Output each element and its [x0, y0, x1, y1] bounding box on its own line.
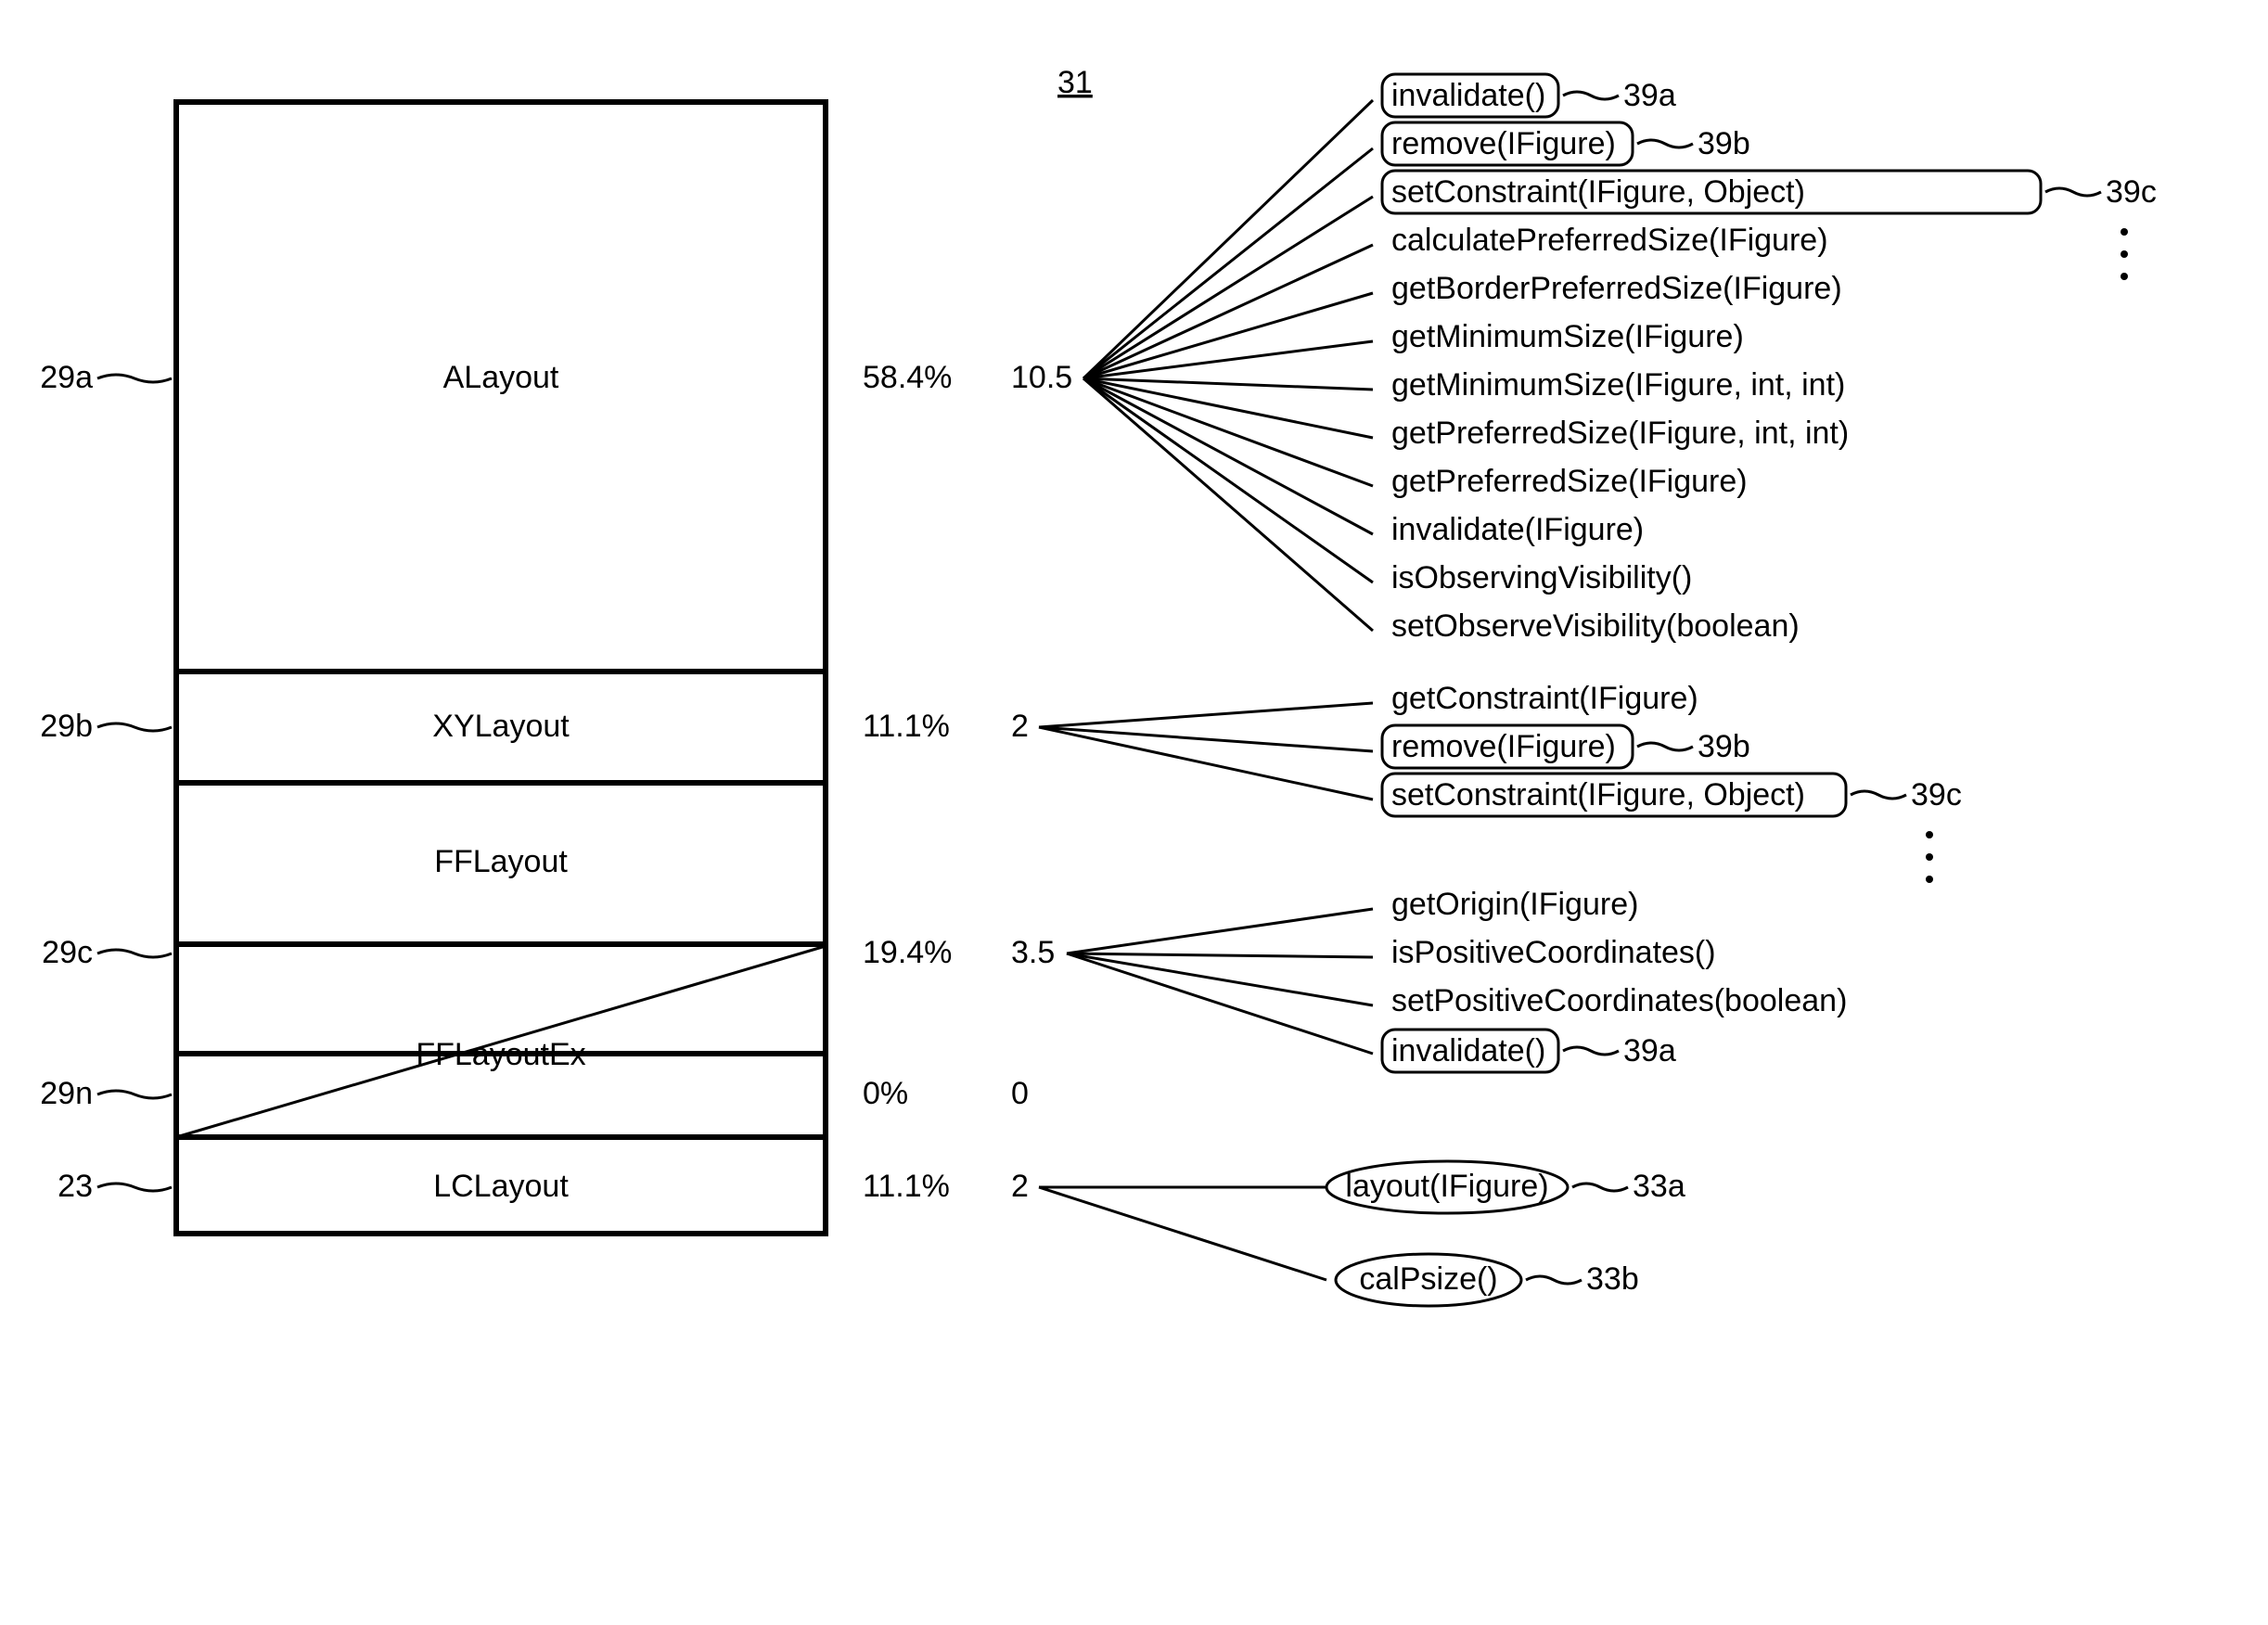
fan-lines: [1083, 100, 1373, 631]
tilde-icon: [1637, 140, 1693, 147]
method-label: getPreferredSize(IFigure, int, int): [1391, 416, 1849, 451]
ref-label: 33b: [1586, 1261, 1639, 1297]
ref-label: 39b: [1698, 729, 1750, 764]
ref-label: 29n: [40, 1076, 93, 1111]
tilde-icon: [97, 1091, 172, 1098]
row-fflayoutex: 29n FFLayoutEx 0% 0: [40, 1037, 1029, 1111]
ref-label: 33a: [1633, 1169, 1685, 1204]
method-label: getConstraint(IFigure): [1391, 681, 1698, 716]
row-fflayout: 29c FFLayout 19.4% 3.5 getOrigin(IFigure…: [42, 844, 1847, 1072]
method-label: isPositiveCoordinates(): [1391, 935, 1716, 970]
tilde-icon: [1526, 1276, 1582, 1284]
tilde-icon: [97, 1184, 172, 1191]
ref-label: 29b: [40, 709, 93, 744]
percent-label: 0%: [863, 1076, 908, 1111]
ellipsis-icon: [1926, 831, 1933, 838]
percent-label: 11.1%: [863, 709, 950, 744]
count-label: 0: [1011, 1076, 1029, 1111]
count-label: 2: [1011, 709, 1029, 744]
method-label: invalidate(): [1391, 78, 1545, 113]
ellipsis-icon: [2121, 250, 2128, 258]
tilde-icon: [97, 375, 172, 382]
class-name: FFLayout: [434, 844, 568, 879]
percent-label: 11.1%: [863, 1169, 950, 1204]
method-label: invalidate(): [1391, 1033, 1545, 1068]
ref-label: 39a: [1623, 78, 1676, 113]
row-alayout: 29a ALayout 58.4% 10.5 invalidate() 39a: [40, 74, 2157, 644]
method-label: getBorderPreferredSize(IFigure): [1391, 271, 1842, 306]
figure-number: 31: [1057, 65, 1093, 100]
tilde-icon: [1563, 1047, 1619, 1055]
method-label: isObservingVisibility(): [1391, 560, 1692, 595]
method-label: getPreferredSize(IFigure): [1391, 464, 1748, 499]
method-label: getMinimumSize(IFigure): [1391, 319, 1744, 354]
method-label: setConstraint(IFigure, Object): [1391, 174, 1805, 210]
tilde-icon: [97, 950, 172, 957]
ref-label: 39c: [1911, 777, 1962, 812]
ellipsis-icon: [2121, 228, 2128, 236]
count-label: 2: [1011, 1169, 1029, 1204]
diagram-root: 31 29a ALayout 58.4% 10.5 invalidate() 3…: [0, 0, 2268, 1625]
method-label: layout(IFigure): [1345, 1169, 1548, 1204]
percent-label: 19.4%: [863, 935, 952, 970]
ellipsis-icon: [1926, 853, 1933, 861]
ref-label: 39b: [1698, 126, 1750, 161]
class-name: LCLayout: [433, 1169, 569, 1204]
method-label: setObserveVisibility(boolean): [1391, 608, 1800, 644]
tilde-icon: [1563, 92, 1619, 99]
method-label: invalidate(IFigure): [1391, 512, 1644, 547]
ellipsis-icon: [1926, 876, 1933, 883]
ref-label: 29a: [40, 360, 93, 395]
method-label: calculatePreferredSize(IFigure): [1391, 223, 1828, 258]
percent-label: 58.4%: [863, 360, 952, 395]
tilde-icon: [2045, 188, 2101, 196]
class-name: XYLayout: [432, 709, 570, 744]
ellipsis-icon: [2121, 273, 2128, 280]
method-label: setPositiveCoordinates(boolean): [1391, 983, 1847, 1018]
method-label: remove(IFigure): [1391, 126, 1616, 161]
method-label: setConstraint(IFigure, Object): [1391, 777, 1805, 812]
tilde-icon: [1637, 743, 1693, 750]
method-label: calPsize(): [1359, 1261, 1497, 1297]
method-label: remove(IFigure): [1391, 729, 1616, 764]
count-label: 3.5: [1011, 935, 1055, 970]
tilde-icon: [1851, 791, 1906, 799]
ref-label: 29c: [42, 935, 93, 970]
method-label: getOrigin(IFigure): [1391, 887, 1638, 922]
tilde-icon: [1572, 1184, 1628, 1191]
ref-label: 23: [58, 1169, 93, 1204]
ref-label: 39a: [1623, 1033, 1676, 1068]
class-name: FFLayoutEx: [416, 1037, 585, 1072]
ref-label: 39c: [2106, 174, 2157, 210]
count-label: 10.5: [1011, 360, 1072, 395]
method-label: getMinimumSize(IFigure, int, int): [1391, 367, 1845, 403]
class-name: ALayout: [443, 360, 559, 395]
tilde-icon: [97, 723, 172, 731]
